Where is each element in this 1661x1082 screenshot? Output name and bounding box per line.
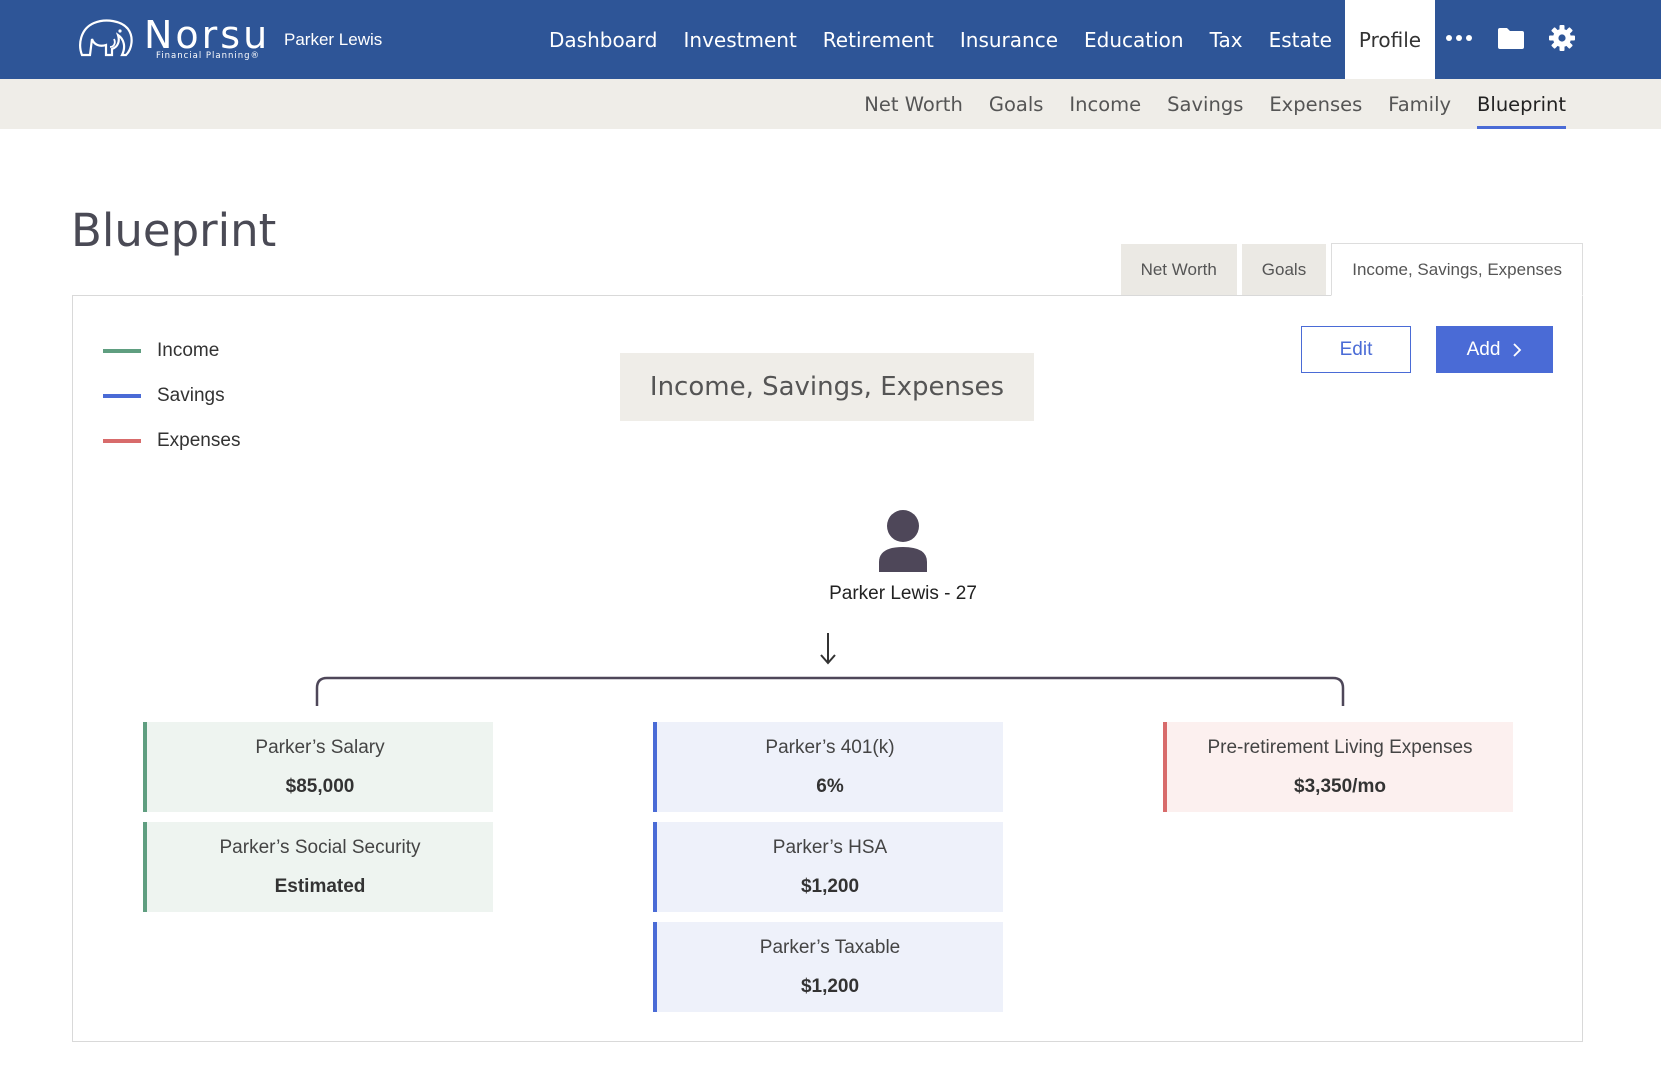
income-card-title: Parker’s Social Security [219,836,421,858]
sub-nav: Net Worth Goals Income Savings Expenses … [838,79,1566,129]
legend-label-savings: Savings [157,384,225,406]
subnav-income[interactable]: Income [1069,79,1141,129]
subnav-family[interactable]: Family [1388,79,1451,129]
legend-label-expenses: Expenses [157,429,241,451]
savings-column: Parker’s 401(k) 6% Parker’s HSA $1,200 P… [653,722,1003,1022]
blueprint-tabs: Net Worth Goals Income, Savings, Expense… [1116,243,1583,296]
person-icon [879,510,927,572]
person-name: Parker Lewis - 27 [829,583,977,604]
legend-label-income: Income [157,339,220,361]
gear-icon[interactable] [1544,20,1580,56]
chevron-right-icon [1513,342,1522,357]
savings-card-value: $1,200 [800,975,860,997]
nav-investment[interactable]: Investment [671,0,810,79]
legend-swatch-expenses [103,438,141,443]
page-title: Blueprint [71,204,277,257]
nav-insurance[interactable]: Insurance [947,0,1071,79]
more-icon[interactable] [1441,20,1477,56]
top-navigation-bar: Norsu Financial Planning® Parker Lewis D… [0,0,1661,79]
legend-item-income: Income [103,328,240,373]
legend-swatch-income [103,348,141,353]
legend-item-savings: Savings [103,373,240,418]
legend: Income Savings Expenses [103,328,240,463]
nav-tax[interactable]: Tax [1197,0,1256,79]
brand-tagline: Financial Planning® [156,51,261,61]
savings-card-title: Parker’s Taxable [759,936,901,958]
connector-bracket [315,676,1345,706]
subnav-savings[interactable]: Savings [1167,79,1243,129]
subnav-goals[interactable]: Goals [989,79,1044,129]
edit-button[interactable]: Edit [1301,326,1411,373]
savings-card[interactable]: Parker’s Taxable $1,200 [653,922,1003,1012]
tab-net-worth[interactable]: Net Worth [1120,244,1237,296]
arrow-down-icon [820,633,836,665]
income-card[interactable]: Parker’s Social Security Estimated [143,822,493,912]
subnav-blueprint[interactable]: Blueprint [1477,79,1566,129]
blueprint-panel: Income Savings Expenses Income, Savings,… [72,295,1583,1042]
person-node[interactable]: Parker Lewis - 27 [803,510,1003,605]
add-button[interactable]: Add [1436,326,1553,373]
income-card-value: $85,000 [285,775,355,797]
norsu-logo[interactable]: Norsu Financial Planning® [76,13,276,65]
expense-card[interactable]: Pre-retirement Living Expenses $3,350/mo [1163,722,1513,812]
nav-dashboard[interactable]: Dashboard [536,0,671,79]
savings-card-value: $1,200 [800,875,860,897]
legend-item-expenses: Expenses [103,418,240,463]
income-column: Parker’s Salary $85,000 Parker’s Social … [143,722,493,922]
edit-button-label: Edit [1339,338,1373,360]
expenses-column: Pre-retirement Living Expenses $3,350/mo [1163,722,1513,822]
savings-card-title: Parker’s HSA [772,836,888,858]
expense-card-title: Pre-retirement Living Expenses [1207,736,1473,758]
subnav-net-worth[interactable]: Net Worth [864,79,963,129]
savings-card-value: 6% [816,775,844,797]
user-name[interactable]: Parker Lewis [284,30,382,50]
diagram-title: Income, Savings, Expenses [620,353,1034,421]
income-card-value: Estimated [274,875,366,897]
savings-card[interactable]: Parker’s HSA $1,200 [653,822,1003,912]
sub-navigation-bar: Net Worth Goals Income Savings Expenses … [0,79,1661,129]
tab-goals[interactable]: Goals [1241,244,1327,296]
income-card[interactable]: Parker’s Salary $85,000 [143,722,493,812]
folder-icon[interactable] [1493,20,1529,56]
expense-card-value: $3,350/mo [1294,775,1386,797]
legend-swatch-savings [103,393,141,398]
nav-profile[interactable]: Profile [1344,0,1436,79]
nav-estate[interactable]: Estate [1256,0,1345,79]
savings-card[interactable]: Parker’s 401(k) 6% [653,722,1003,812]
income-card-title: Parker’s Salary [255,736,385,758]
elephant-logo-icon [79,19,133,57]
tab-income-savings-expenses[interactable]: Income, Savings, Expenses [1331,243,1583,296]
nav-retirement[interactable]: Retirement [810,0,947,79]
subnav-expenses[interactable]: Expenses [1269,79,1362,129]
main-nav: Dashboard Investment Retirement Insuranc… [536,0,1436,79]
add-button-label: Add [1466,338,1501,360]
savings-card-title: Parker’s 401(k) [765,736,895,758]
nav-education[interactable]: Education [1071,0,1197,79]
